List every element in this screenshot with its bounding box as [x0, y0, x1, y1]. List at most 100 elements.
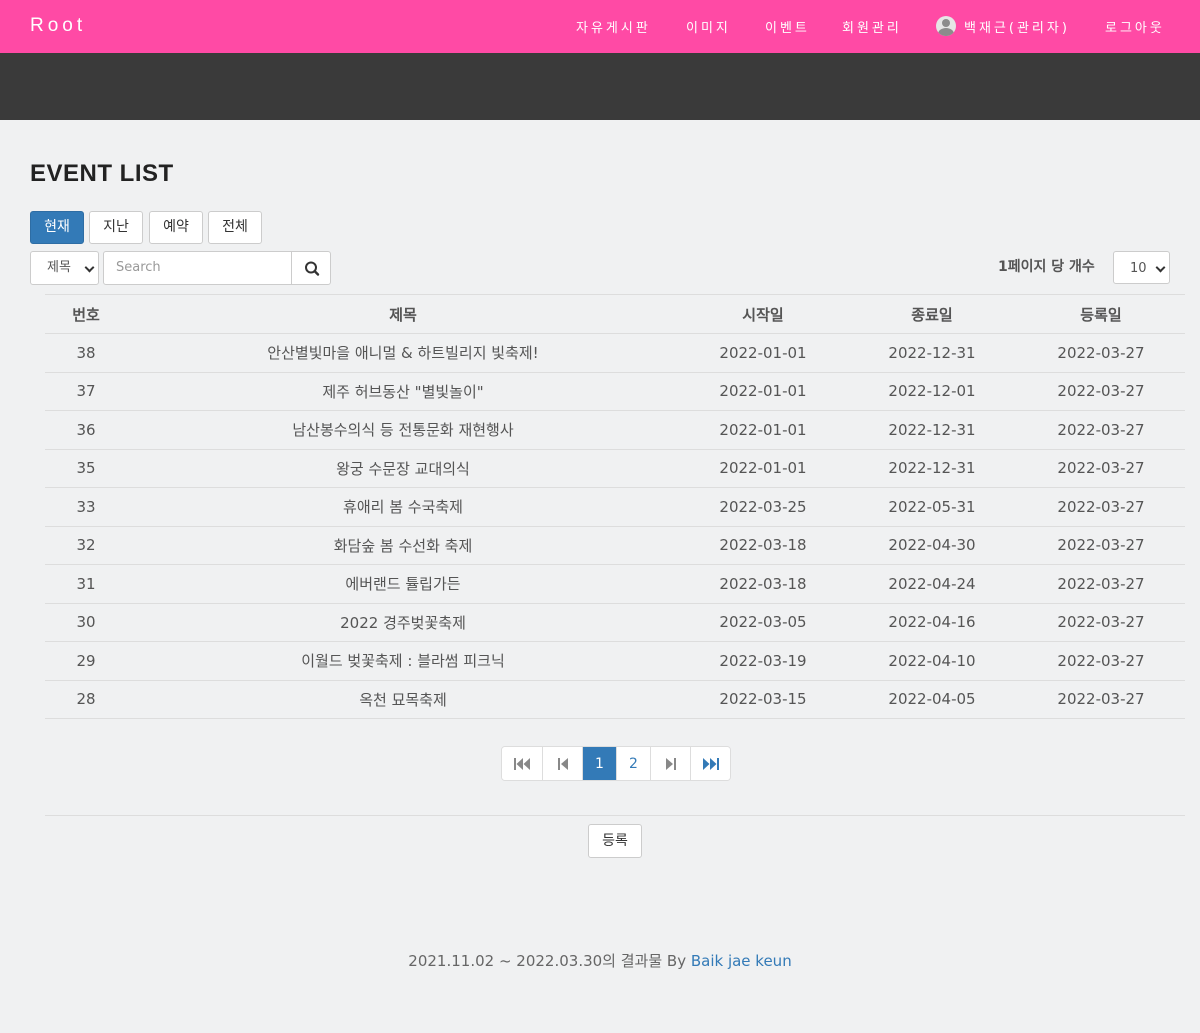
search-placeholder: Search — [116, 260, 161, 275]
filter-tab-upcoming[interactable]: 예약 — [149, 211, 203, 244]
cell-registered-date: 2022-03-27 — [1057, 690, 1145, 709]
search-field-selected-value: 제목 — [47, 260, 71, 275]
cell-start-date: 2022-01-01 — [719, 420, 807, 439]
brand-logo[interactable]: Root — [30, 15, 86, 37]
chevron-down-icon — [1155, 262, 1166, 273]
next-page-icon — [665, 757, 676, 770]
cell-registered-date: 2022-03-27 — [1057, 497, 1145, 516]
per-page-select[interactable]: 10 — [1113, 251, 1170, 284]
cell-start-date: 2022-03-25 — [719, 497, 807, 516]
page-button-2[interactable]: 2 — [616, 747, 650, 780]
cell-registered-date: 2022-03-27 — [1057, 651, 1145, 670]
footer-text: 2021.11.02 ~ 2022.03.30의 결과물 By — [408, 952, 691, 970]
footer: 2021.11.02 ~ 2022.03.30의 결과물 By Baik jae… — [0, 950, 1200, 971]
table-header-row: 번호 제목 시작일 종료일 등록일 — [45, 294, 1185, 333]
nav-item-user-profile[interactable]: 백재근(관리자) — [964, 17, 1070, 36]
prev-page-button[interactable] — [542, 747, 582, 780]
cell-number: 29 — [76, 651, 96, 670]
prev-page-icon — [557, 757, 568, 770]
first-page-icon — [514, 757, 530, 770]
search-button[interactable] — [291, 251, 331, 285]
column-header-number[interactable]: 번호 — [45, 295, 127, 333]
column-header-registered-date[interactable]: 등록일 — [1017, 295, 1185, 333]
cell-number: 31 — [76, 574, 96, 593]
first-page-button[interactable] — [502, 747, 542, 780]
table-row[interactable]: 37 제주 허브동산 "별빛놀이" 2022-01-01 2022-12-01 2022… — [45, 371, 1185, 411]
user-avatar-icon — [936, 16, 956, 36]
nav-item-images[interactable]: 이미지 — [686, 17, 731, 36]
table-row[interactable]: 32 화담숲 봄 수선화 축제 2022-03-18 2022-04-30 2022-0… — [45, 525, 1185, 565]
cell-end-date: 2022-04-05 — [888, 690, 976, 709]
cell-number: 37 — [76, 382, 96, 401]
cell-title[interactable]: 안산별빛마을 애니멀 & 하트빌리지 빛축제! — [127, 334, 679, 372]
last-page-icon — [702, 757, 719, 770]
cell-start-date: 2022-03-18 — [719, 536, 807, 555]
cell-title[interactable]: 왕궁 수문장 교대의식 — [127, 450, 679, 488]
filter-tab-current[interactable]: 현재 — [30, 211, 84, 244]
per-page-label: 1페이지 당 개수 — [998, 259, 1095, 275]
column-header-title[interactable]: 제목 — [127, 295, 679, 333]
cell-end-date: 2022-05-31 — [888, 497, 976, 516]
table-row[interactable]: 36 남산봉수의식 등 전통문화 재현행사 2022-01-01 2022-12-31… — [45, 410, 1185, 449]
nav-item-events[interactable]: 이벤트 — [765, 17, 810, 36]
table-row[interactable]: 31 에버랜드 튤립가든 2022-03-18 2022-04-24 2022-03-2… — [45, 564, 1185, 603]
cell-number: 32 — [76, 536, 96, 555]
event-table: 번호 제목 시작일 종료일 등록일 38 안산별빛마을 애니멀 & 하트빌리지 빛… — [45, 294, 1185, 719]
table-row[interactable]: 30 2022 경주벚꽃축제 2022-03-05 2022-04-16 2022-03… — [45, 602, 1185, 642]
search-input[interactable]: Search — [103, 251, 292, 285]
cell-end-date: 2022-12-31 — [888, 420, 976, 439]
filter-tab-all[interactable]: 전체 — [208, 211, 262, 244]
cell-registered-date: 2022-03-27 — [1057, 382, 1145, 401]
table-row[interactable]: 28 옥천 묘목축제 2022-03-15 2022-04-05 2022-03-27 — [45, 679, 1185, 719]
footer-author-link[interactable]: Baik jae keun — [691, 952, 792, 970]
cell-title[interactable]: 제주 허브동산 "별빛놀이" — [127, 373, 679, 411]
cell-registered-date: 2022-03-27 — [1057, 613, 1145, 632]
top-navbar: Root 자유게시판 이미지 이벤트 회원관리 백재근(관리자) 로그아웃 — [0, 0, 1200, 53]
section-divider — [45, 815, 1185, 816]
page-title: EVENT LIST — [30, 160, 174, 187]
cell-title[interactable]: 이월드 벚꽃축제 : 블라썸 피크닉 — [127, 642, 679, 680]
cell-end-date: 2022-04-30 — [888, 536, 976, 555]
last-page-button[interactable] — [690, 747, 730, 780]
cell-title[interactable]: 옥천 묘목축제 — [127, 681, 679, 719]
nav-item-free-board[interactable]: 자유게시판 — [576, 17, 651, 36]
cell-number: 36 — [76, 420, 96, 439]
page-button-1[interactable]: 1 — [582, 747, 616, 780]
search-field-select[interactable]: 제목 — [30, 251, 99, 285]
column-header-start-date[interactable]: 시작일 — [679, 295, 847, 333]
cell-end-date: 2022-04-10 — [888, 651, 976, 670]
cell-title[interactable]: 남산봉수의식 등 전통문화 재현행사 — [127, 411, 679, 449]
cell-end-date: 2022-12-31 — [888, 459, 976, 478]
cell-registered-date: 2022-03-27 — [1057, 536, 1145, 555]
cell-title[interactable]: 화담숲 봄 수선화 축제 — [127, 527, 679, 565]
nav-item-logout[interactable]: 로그아웃 — [1105, 17, 1165, 36]
cell-registered-date: 2022-03-27 — [1057, 574, 1145, 593]
cell-registered-date: 2022-03-27 — [1057, 459, 1145, 478]
cell-title[interactable]: 휴애리 봄 수국축제 — [127, 488, 679, 526]
cell-end-date: 2022-04-24 — [888, 574, 976, 593]
header-banner — [0, 53, 1200, 120]
cell-registered-date: 2022-03-27 — [1057, 420, 1145, 439]
cell-number: 38 — [76, 343, 96, 362]
nav-item-members[interactable]: 회원관리 — [842, 17, 902, 36]
cell-number: 35 — [76, 459, 96, 478]
table-row[interactable]: 35 왕궁 수문장 교대의식 2022-01-01 2022-12-31 2022-03… — [45, 448, 1185, 488]
register-button[interactable]: 등록 — [588, 824, 642, 858]
cell-title[interactable]: 2022 경주벚꽃축제 — [127, 604, 679, 642]
cell-start-date: 2022-01-01 — [719, 382, 807, 401]
table-row[interactable]: 29 이월드 벚꽃축제 : 블라썸 피크닉 2022-03-19 2022-04-10… — [45, 641, 1185, 680]
table-row[interactable]: 38 안산별빛마을 애니멀 & 하트빌리지 빛축제! 2022-01-01 2022-… — [45, 333, 1185, 372]
cell-start-date: 2022-03-19 — [719, 651, 807, 670]
cell-end-date: 2022-12-01 — [888, 382, 976, 401]
next-page-button[interactable] — [650, 747, 690, 780]
cell-title[interactable]: 에버랜드 튤립가든 — [127, 565, 679, 603]
table-row[interactable]: 33 휴애리 봄 수국축제 2022-03-25 2022-05-31 2022-03-… — [45, 487, 1185, 526]
cell-start-date: 2022-01-01 — [719, 459, 807, 478]
column-header-end-date[interactable]: 종료일 — [847, 295, 1017, 333]
cell-number: 30 — [76, 613, 96, 632]
cell-start-date: 2022-03-05 — [719, 613, 807, 632]
pagination: 1 2 — [501, 746, 731, 781]
filter-tab-past[interactable]: 지난 — [89, 211, 143, 244]
search-icon — [305, 261, 320, 276]
cell-start-date: 2022-01-01 — [719, 343, 807, 362]
